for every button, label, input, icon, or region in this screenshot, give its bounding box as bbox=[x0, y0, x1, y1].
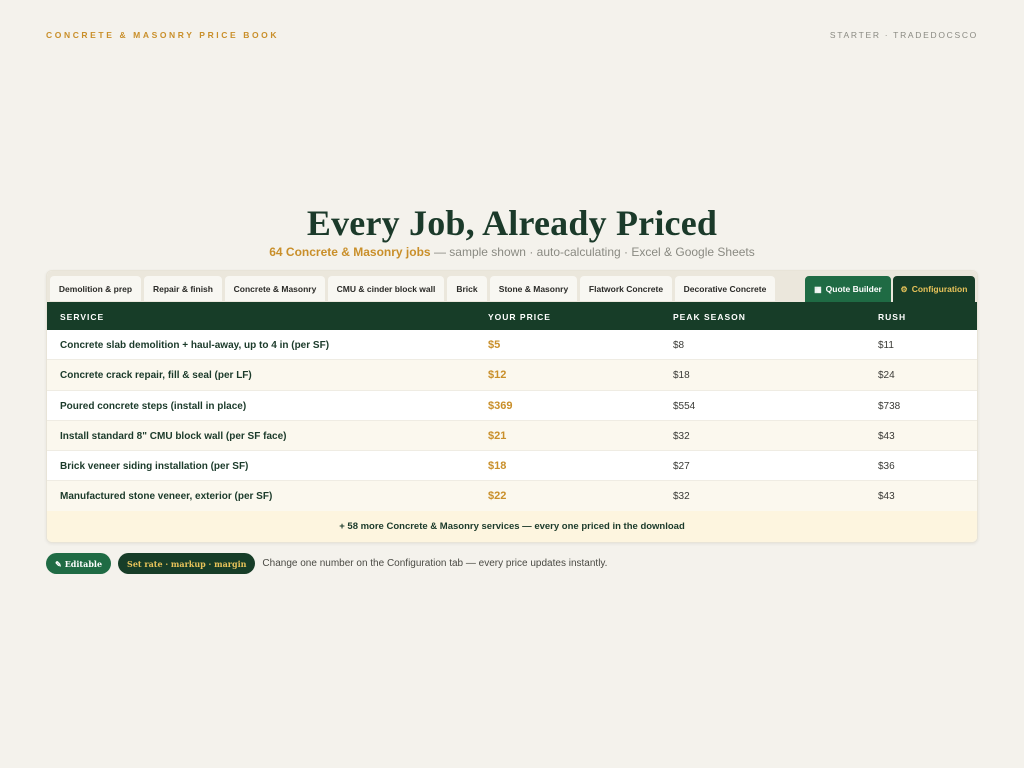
column-header-your-price: YOUR PRICE bbox=[488, 312, 551, 322]
more-services-banner: + 58 more Concrete & Masonry services — … bbox=[47, 511, 977, 542]
job-count: 64 Concrete & Masonry jobs bbox=[269, 245, 431, 259]
rush-cell: $24 bbox=[878, 370, 895, 382]
table-row: Install standard 8" CMU block wall (per … bbox=[47, 420, 977, 452]
peak-cell: $554 bbox=[673, 400, 696, 412]
service-cell: Manufactured stone veneer, exterior (per… bbox=[60, 491, 273, 503]
peak-cell: $27 bbox=[673, 461, 690, 473]
peak-cell: $32 bbox=[673, 430, 690, 442]
tab-concrete-masonry[interactable]: Concrete & Masonry bbox=[225, 276, 325, 301]
subtitle-details: — sample shown · auto-calculating · Exce… bbox=[430, 245, 755, 259]
rush-cell: $43 bbox=[878, 491, 895, 503]
footer-row: ✎ Editable Set rate · markup · margin Ch… bbox=[46, 553, 607, 574]
rush-cell: $36 bbox=[878, 461, 895, 473]
tab-demolition-prep[interactable]: Demolition & prep bbox=[50, 276, 141, 301]
tab-cmu-block-wall[interactable]: CMU & cinder block wall bbox=[328, 276, 444, 301]
column-header-service: SERVICE bbox=[60, 312, 105, 322]
page-title: Every Job, Already Priced bbox=[306, 203, 718, 243]
clipboard-icon: ▦ bbox=[814, 284, 822, 294]
price-cell[interactable]: $22 bbox=[488, 490, 506, 502]
service-cell: Poured concrete steps (install in place) bbox=[60, 400, 247, 412]
tab-stone-masonry[interactable]: Stone & Masonry bbox=[490, 276, 577, 301]
table-row: Concrete crack repair, fill & seal (per … bbox=[47, 360, 977, 391]
config-badge: Set rate · markup · margin bbox=[118, 553, 256, 574]
category-tabs: Demolition & prep Repair & finish Concre… bbox=[47, 271, 977, 302]
table-row: Concrete slab demolition + haul-away, up… bbox=[47, 330, 977, 361]
brand-label: CONCRETE & MASONRY PRICE BOOK bbox=[46, 30, 280, 40]
price-cell[interactable]: $12 bbox=[488, 369, 506, 381]
price-cell[interactable]: $5 bbox=[488, 339, 500, 351]
footer-note: Change one number on the Configuration t… bbox=[262, 558, 608, 569]
column-header-rush: RUSH bbox=[878, 312, 907, 322]
tab-decorative-concrete[interactable]: Decorative Concrete bbox=[675, 276, 775, 301]
service-cell: Brick veneer siding installation (per SF… bbox=[60, 461, 249, 473]
tab-configuration[interactable]: ⚙ Configuration bbox=[893, 276, 975, 302]
rush-cell: $43 bbox=[878, 430, 895, 442]
service-cell: Concrete slab demolition + haul-away, up… bbox=[60, 340, 330, 351]
table-header: SERVICE YOUR PRICE PEAK SEASON RUSH bbox=[47, 302, 977, 330]
service-cell: Concrete crack repair, fill & seal (per … bbox=[60, 370, 252, 382]
pencil-icon: ✎ bbox=[55, 558, 62, 569]
gear-icon: ⚙ bbox=[900, 284, 908, 294]
editable-label: Editable bbox=[64, 558, 103, 569]
price-cell[interactable]: $21 bbox=[488, 430, 506, 442]
price-cell[interactable]: $18 bbox=[488, 460, 506, 472]
table-row: Manufactured stone veneer, exterior (per… bbox=[47, 481, 977, 512]
tab-brick[interactable]: Brick bbox=[447, 276, 487, 301]
tab-flatwork-concrete[interactable]: Flatwork Concrete bbox=[580, 276, 672, 301]
table-row: Brick veneer siding installation (per SF… bbox=[47, 451, 977, 482]
page-subtitle: 64 Concrete & Masonry jobs — sample show… bbox=[0, 245, 1024, 259]
plan-label: STARTER · TRADEDOCSCO bbox=[829, 30, 978, 40]
table-row: Poured concrete steps (install in place)… bbox=[47, 391, 977, 421]
peak-cell: $32 bbox=[673, 491, 690, 503]
top-bar: CONCRETE & MASONRY PRICE BOOK STARTER · … bbox=[46, 30, 978, 42]
peak-cell: $18 bbox=[673, 370, 690, 382]
peak-cell: $8 bbox=[673, 340, 685, 351]
rush-cell: $738 bbox=[878, 400, 901, 412]
tab-repair-finish[interactable]: Repair & finish bbox=[144, 276, 222, 301]
price-table-card: Demolition & prep Repair & finish Concre… bbox=[46, 270, 978, 543]
column-header-peak-season: PEAK SEASON bbox=[673, 312, 746, 322]
table-body: Concrete slab demolition + haul-away, up… bbox=[47, 330, 977, 512]
service-cell: Install standard 8" CMU block wall (per … bbox=[60, 430, 287, 442]
rush-cell: $11 bbox=[878, 340, 894, 351]
tab-quote-builder[interactable]: ▦ Quote Builder bbox=[805, 276, 891, 302]
price-cell[interactable]: $369 bbox=[488, 400, 512, 412]
editable-badge: ✎ Editable bbox=[46, 553, 112, 574]
